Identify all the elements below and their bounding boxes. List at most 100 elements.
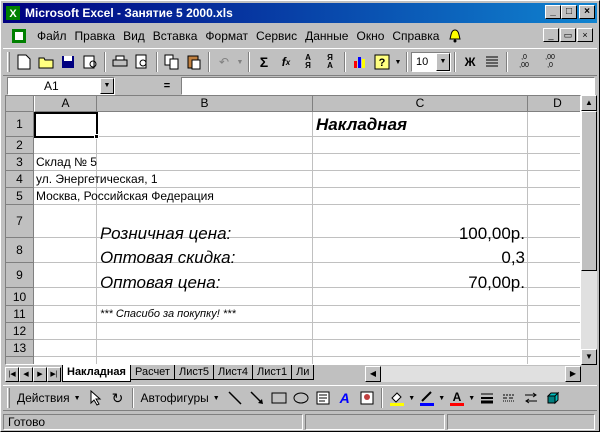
- decrease-decimal-icon[interactable]: ,00,0: [537, 51, 563, 73]
- text-box-icon[interactable]: [312, 387, 334, 409]
- free-rotate-icon[interactable]: ↻: [107, 387, 129, 409]
- autosum-icon[interactable]: Σ: [253, 51, 275, 73]
- paste-icon[interactable]: [183, 51, 205, 73]
- scroll-right-icon[interactable]: ▶: [565, 366, 581, 382]
- font-color-icon[interactable]: A: [446, 387, 468, 409]
- menu-window[interactable]: Окно: [352, 29, 388, 43]
- row-header-11[interactable]: 11: [6, 306, 34, 323]
- toolbar-grip[interactable]: [7, 52, 10, 72]
- wordart-icon[interactable]: A: [334, 387, 356, 409]
- name-box[interactable]: A1 ▼: [7, 77, 115, 95]
- sort-ascending-icon[interactable]: АЯ: [297, 51, 319, 73]
- help-dropdown-icon[interactable]: ▼: [393, 51, 403, 73]
- autoshapes-menu-button[interactable]: Автофигуры: [137, 391, 213, 405]
- line-color-icon[interactable]: [416, 387, 438, 409]
- row-header-13[interactable]: 13: [6, 340, 34, 357]
- sheet-tab-nakladnaya[interactable]: Накладная: [62, 365, 131, 382]
- sort-descending-icon[interactable]: ЯА: [319, 51, 341, 73]
- vertical-scrollbar[interactable]: ▲ ▼: [581, 95, 597, 365]
- workbook-icon[interactable]: [11, 28, 27, 44]
- cell-b11[interactable]: *** Спасибо за покупку! ***: [100, 308, 236, 320]
- line-icon[interactable]: [224, 387, 246, 409]
- edit-formula-button[interactable]: =: [153, 77, 181, 95]
- preview-icon[interactable]: [131, 51, 153, 73]
- row-header-9[interactable]: 9: [6, 263, 34, 288]
- help-icon[interactable]: ?: [371, 51, 393, 73]
- scroll-left-icon[interactable]: ◀: [365, 366, 381, 382]
- undo-dropdown-icon[interactable]: ▼: [235, 51, 245, 73]
- close-button[interactable]: ×: [579, 5, 595, 19]
- horizontal-scrollbar[interactable]: ◀ ▶: [365, 366, 581, 382]
- row-header-8[interactable]: 8: [6, 238, 34, 263]
- menu-insert[interactable]: Вставка: [149, 29, 202, 43]
- cell-a4[interactable]: ул. Энергетическая, 1: [36, 172, 158, 186]
- cell-c7[interactable]: 100,00р.: [459, 224, 525, 244]
- menu-file[interactable]: Файл: [33, 29, 71, 43]
- align-justify-icon[interactable]: [481, 51, 503, 73]
- sheet-tab-list1[interactable]: Лист1: [252, 365, 293, 380]
- cell-a5[interactable]: Москва, Российская Федерация: [36, 189, 214, 203]
- arrow-icon[interactable]: [246, 387, 268, 409]
- vertical-scroll-thumb[interactable]: [581, 111, 597, 271]
- maximize-button[interactable]: □: [561, 5, 577, 19]
- column-header-a[interactable]: A: [34, 96, 97, 112]
- menu-edit[interactable]: Правка: [71, 29, 120, 43]
- title-bar[interactable]: X Microsoft Excel - Занятие 5 2000.xls _…: [3, 3, 597, 23]
- column-header-d[interactable]: D: [528, 96, 580, 112]
- last-sheet-icon[interactable]: ▶|: [47, 366, 61, 382]
- increase-decimal-icon[interactable]: ,0,00: [511, 51, 537, 73]
- cell-b8[interactable]: Оптовая скидка:: [100, 248, 235, 268]
- prev-sheet-icon[interactable]: ◀: [19, 366, 33, 382]
- active-cell-selection[interactable]: [34, 112, 98, 138]
- formula-input[interactable]: [181, 77, 595, 95]
- name-box-dropdown-icon[interactable]: ▼: [100, 78, 114, 94]
- doc-minimize-button[interactable]: _: [543, 28, 559, 42]
- line-style-icon[interactable]: [476, 387, 498, 409]
- cell-b7[interactable]: Розничная цена:: [100, 224, 231, 244]
- bold-button[interactable]: Ж: [459, 51, 481, 73]
- row-header-2[interactable]: 2: [6, 137, 34, 154]
- save-icon[interactable]: [57, 51, 79, 73]
- row-header-12[interactable]: 12: [6, 323, 34, 340]
- next-sheet-icon[interactable]: ▶: [33, 366, 47, 382]
- font-color-dropdown-icon[interactable]: ▼: [468, 387, 476, 409]
- row-header-5[interactable]: 5: [6, 188, 34, 205]
- worksheet-grid[interactable]: A B C D 1 2 3 4 5 7 8 9 10 11 12 13 Накл…: [5, 95, 581, 365]
- oval-icon[interactable]: [290, 387, 312, 409]
- print-preview-icon[interactable]: [79, 51, 101, 73]
- row-header-1[interactable]: 1: [6, 112, 34, 137]
- cell-a3[interactable]: Склад № 5: [36, 155, 97, 169]
- sheet-tab-list4[interactable]: Лист4: [213, 365, 254, 380]
- menu-format[interactable]: Формат: [201, 29, 252, 43]
- menu-tools[interactable]: Сервис: [252, 29, 301, 43]
- doc-close-button[interactable]: ×: [577, 28, 593, 42]
- row-header-7[interactable]: 7: [6, 205, 34, 238]
- arrow-style-icon[interactable]: [520, 387, 542, 409]
- font-size-select[interactable]: 10 ▼: [411, 52, 451, 72]
- font-size-dropdown-icon[interactable]: ▼: [436, 53, 450, 71]
- actions-menu-button[interactable]: Действия: [13, 391, 74, 405]
- sheet-tab-list5[interactable]: Лист5: [173, 365, 215, 380]
- print-icon[interactable]: [109, 51, 131, 73]
- drawing-toolbar-grip[interactable]: [7, 388, 10, 408]
- row-header-14[interactable]: [6, 357, 34, 364]
- cell-c1[interactable]: Накладная: [316, 115, 407, 135]
- row-header-4[interactable]: 4: [6, 171, 34, 188]
- scroll-up-icon[interactable]: ▲: [581, 95, 597, 111]
- rectangle-icon[interactable]: [268, 387, 290, 409]
- copy-icon[interactable]: [161, 51, 183, 73]
- doc-restore-button[interactable]: ▭: [560, 28, 576, 42]
- fill-color-dropdown-icon[interactable]: ▼: [408, 387, 416, 409]
- select-objects-icon[interactable]: [85, 387, 107, 409]
- chart-wizard-icon[interactable]: [349, 51, 371, 73]
- menu-help[interactable]: Справка: [388, 29, 443, 43]
- minimize-button[interactable]: _: [545, 5, 561, 19]
- column-header-b[interactable]: B: [97, 96, 313, 112]
- cell-c9[interactable]: 70,00р.: [468, 273, 525, 293]
- cell-c8[interactable]: 0,3: [501, 248, 525, 268]
- office-assistant-icon[interactable]: [447, 28, 463, 44]
- select-all-corner[interactable]: [6, 96, 34, 112]
- sheet-tab-partial[interactable]: Ли: [291, 365, 315, 380]
- menu-data[interactable]: Данные: [301, 29, 352, 43]
- sheet-tab-raschet[interactable]: Расчет: [129, 365, 175, 380]
